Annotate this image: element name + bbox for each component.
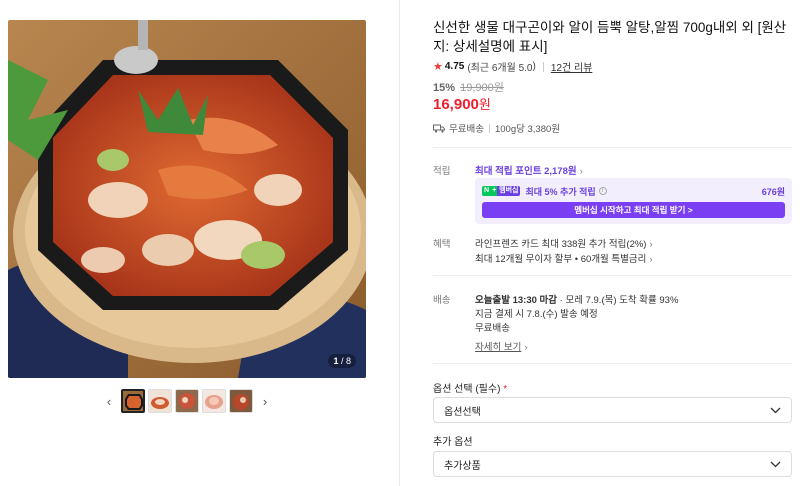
delivery-line-2: 지금 결제 시 7.8.(수) 발송 예정 bbox=[475, 309, 598, 320]
original-price: 19,900원 bbox=[460, 82, 504, 94]
chevron-right-icon: › bbox=[649, 239, 653, 250]
membership-amount: 676원 bbox=[761, 186, 785, 197]
thumbnail-5[interactable] bbox=[229, 389, 253, 413]
truck-icon bbox=[433, 124, 445, 133]
thumbnail-2[interactable] bbox=[148, 389, 172, 413]
thumbnail-strip: ‹ › bbox=[100, 388, 274, 414]
section-divider bbox=[433, 363, 792, 364]
section-divider bbox=[433, 275, 792, 276]
required-option-value: 옵션선택 bbox=[444, 406, 481, 418]
star-icon: ★ bbox=[433, 61, 443, 73]
thumbnail-4[interactable] bbox=[202, 389, 226, 413]
thumbnail-image bbox=[149, 390, 171, 412]
sale-price: 16,900 bbox=[433, 96, 479, 113]
required-option-text: 옵션 선택 (필수) bbox=[433, 384, 501, 395]
max-points-text: 최대 적립 포인트 2,178원 bbox=[475, 166, 577, 177]
review-link[interactable]: 12건 리뷰 bbox=[551, 59, 593, 74]
counter-current: 1 bbox=[333, 356, 339, 366]
counter-total: / 8 bbox=[340, 356, 351, 366]
product-title: 신선한 생물 대구곤이와 알이 듬뿍 알탕,알찜 700g내외 외 [원산지: … bbox=[433, 20, 787, 54]
max-points-link[interactable]: 최대 적립 포인트 2,178원 › bbox=[475, 163, 583, 177]
image-gallery: 1 / 8 ‹ › bbox=[0, 0, 400, 486]
shipping-row: 무료배송 100g당 3,380원 bbox=[433, 121, 560, 135]
benefit-installment-link[interactable]: 최대 12개월 무이자 할부 • 60개월 특별금리 › bbox=[475, 251, 653, 265]
chevron-left-icon[interactable]: ‹ bbox=[100, 388, 118, 414]
benefit-card-link[interactable]: 라인프렌즈 카드 최대 338원 추가 적립(2%) › bbox=[475, 236, 653, 250]
thumbnail-image bbox=[176, 390, 198, 412]
delivery-detail-link[interactable]: 자세히 보기 › bbox=[475, 339, 528, 353]
detail-link-text: 자세히 보기 bbox=[475, 342, 522, 353]
benefit-line-1: 라인프렌즈 카드 최대 338원 추가 적립(2%) bbox=[475, 239, 647, 250]
benefits-label: 혜택 bbox=[433, 239, 451, 250]
extra-option-label: 추가 옵션 bbox=[433, 437, 473, 448]
thumbnail-image bbox=[203, 390, 225, 412]
rating-note: (최근 6개월 5.0 bbox=[467, 63, 533, 74]
shipping-text: 무료배송 bbox=[449, 124, 484, 135]
image-counter: 1 / 8 bbox=[328, 354, 356, 368]
chevron-down-icon bbox=[770, 461, 781, 468]
delivery-label: 배송 bbox=[433, 295, 451, 306]
main-product-image[interactable]: 1 / 8 bbox=[8, 20, 366, 378]
benefit-line-2: 최대 12개월 무이자 할부 • 60개월 특별금리 bbox=[475, 254, 647, 265]
delivery-line-1: 오늘출발 13:30 마감 · 모레 7.9.(목) 도착 확률 93% bbox=[475, 292, 678, 306]
thumbnail-1[interactable] bbox=[121, 389, 145, 413]
product-photo bbox=[8, 20, 366, 378]
chevron-down-icon bbox=[770, 407, 781, 414]
sale-price-unit: 원 bbox=[478, 97, 491, 112]
chevron-right-icon: › bbox=[579, 166, 583, 177]
membership-text: 최대 5% 추가 적립 bbox=[525, 186, 596, 197]
extra-option-select[interactable]: 추가상품 bbox=[433, 451, 792, 477]
product-info-panel: 신선한 생물 대구곤이와 알이 듬뿍 알탕,알찜 700g내외 외 [원산지: … bbox=[433, 0, 793, 486]
naver-plus-badge-icon: N + 멤버십 bbox=[482, 186, 521, 196]
unit-price: 100g당 3,380원 bbox=[494, 124, 560, 135]
membership-box: N + 멤버십 최대 5% 추가 적립 i 676원 멤버십 시작하고 최대 적립 … bbox=[475, 178, 792, 224]
required-option-select[interactable]: 옵션선택 bbox=[433, 397, 792, 423]
chevron-right-icon: › bbox=[524, 342, 528, 353]
rating-note-close: ) bbox=[532, 61, 536, 72]
discount-percent: 15% bbox=[433, 82, 456, 94]
thumbnail-image bbox=[230, 390, 252, 412]
original-price-row: 15% 19,900원 bbox=[433, 79, 504, 95]
thumbnail-3[interactable] bbox=[175, 389, 199, 413]
delivery-eta: · 모레 7.9.(목) 도착 확률 93% bbox=[559, 295, 679, 306]
rating-score: 4.75 bbox=[444, 61, 465, 72]
required-option-label: 옵션 선택 (필수) * bbox=[433, 380, 507, 395]
sale-price-row: 16,900원 bbox=[433, 94, 491, 113]
divider bbox=[542, 61, 544, 72]
points-label: 적립 bbox=[433, 166, 451, 177]
extra-option-value: 추가상품 bbox=[444, 460, 481, 472]
chevron-right-icon[interactable]: › bbox=[256, 388, 274, 414]
required-mark: * bbox=[503, 384, 508, 395]
divider bbox=[488, 123, 490, 133]
thumbnail-image bbox=[123, 391, 143, 411]
chevron-right-icon: › bbox=[649, 254, 653, 265]
section-divider bbox=[433, 147, 792, 148]
delivery-line-3: 무료배송 bbox=[475, 323, 510, 334]
membership-row: N + 멤버십 최대 5% 추가 적립 i 676원 bbox=[482, 185, 785, 197]
rating-row: ★ 4.75 (최근 6개월 5.0) 12건 리뷰 bbox=[433, 59, 592, 74]
membership-cta-button[interactable]: 멤버십 시작하고 최대 적립 받기 > bbox=[482, 202, 785, 218]
delivery-cutoff: 오늘출발 13:30 마감 bbox=[475, 295, 558, 306]
info-icon[interactable]: i bbox=[598, 187, 607, 195]
